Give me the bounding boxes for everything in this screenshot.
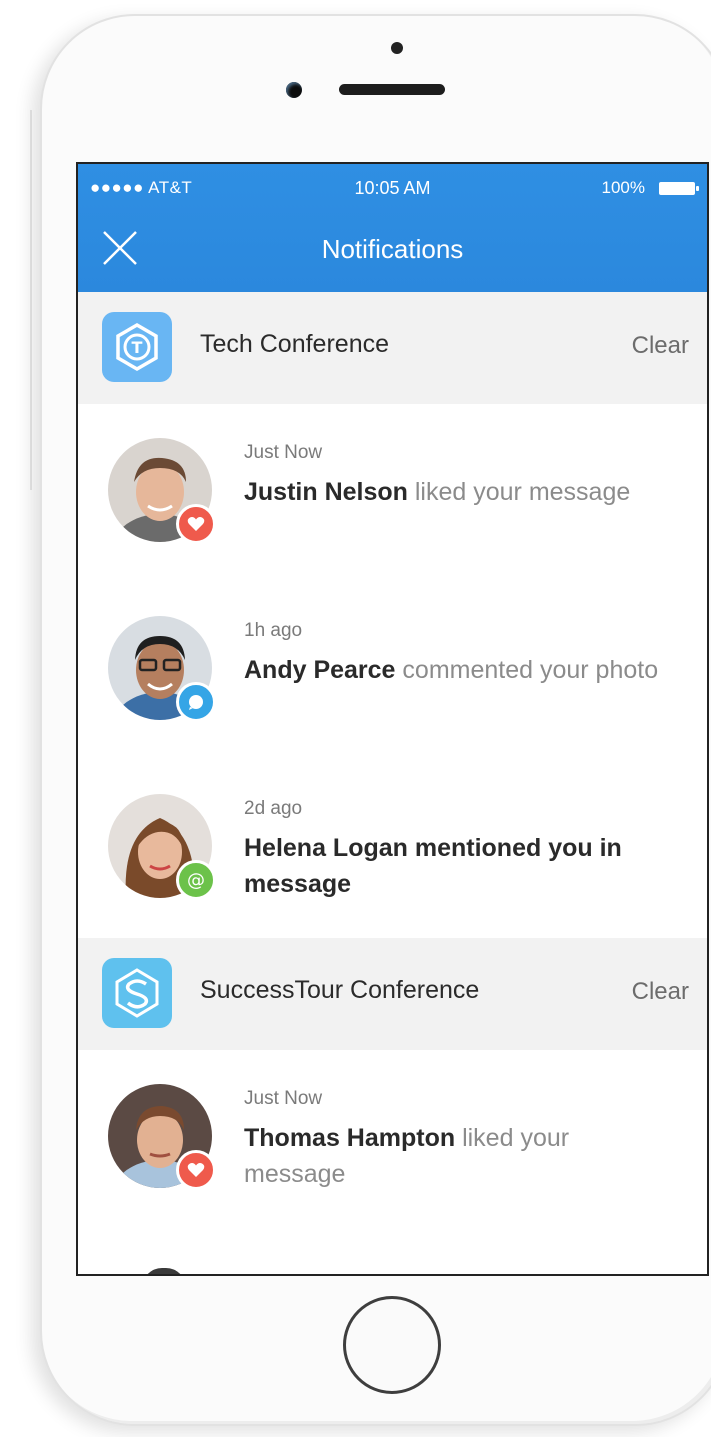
notification-user: Justin Nelson: [244, 478, 408, 506]
notification-text: Helena Logan mentioned you in message: [244, 834, 622, 898]
notification-text: Thomas Hampton liked your message: [244, 1120, 674, 1192]
proximity-sensor: [391, 42, 403, 54]
partial-avatar: [142, 1268, 186, 1274]
front-camera: [286, 82, 302, 98]
phone-screen: ●●●●● AT&T 10:05 AM 100% Notifications T…: [76, 162, 709, 1276]
top-bar: ●●●●● AT&T 10:05 AM 100% Notifications: [78, 164, 707, 292]
group-header-tech-conference: T Tech Conference Clear: [78, 292, 707, 404]
comment-icon: [176, 682, 216, 722]
at-icon: @: [176, 860, 216, 900]
heart-icon: [176, 1150, 216, 1190]
group-name: Tech Conference: [200, 330, 390, 358]
successtour-logo-icon: [102, 958, 172, 1028]
earpiece-speaker: [339, 84, 445, 95]
notification-action: commented your photo: [402, 656, 659, 684]
notification-item[interactable]: Just Now Thomas Hampton liked your messa…: [78, 1050, 707, 1228]
notification-time: 2d ago: [244, 798, 303, 819]
svg-text:T: T: [132, 338, 143, 357]
notification-user: Andy Pearce: [244, 656, 396, 684]
group-header-successtour-conference: SuccessTour Conference Clear: [78, 938, 707, 1050]
heart-icon: [176, 504, 216, 544]
page-title: Notifications: [321, 234, 464, 264]
battery-icon: [659, 182, 699, 195]
clear-button[interactable]: Clear: [632, 978, 689, 1006]
notification-item[interactable]: 1h ago Andy Pearce commented your photo: [78, 582, 707, 760]
notification-text: Justin Nelson liked your message: [244, 474, 674, 510]
hexagon-logo-icon: T: [102, 312, 172, 382]
notification-text: Andy Pearce commented your photo: [244, 652, 674, 688]
notification-action: liked your message: [414, 478, 631, 506]
clear-button[interactable]: Clear: [632, 332, 689, 360]
notification-time: Just Now: [244, 1088, 323, 1109]
notification-item[interactable]: Just Now Justin Nelson liked your messag…: [78, 404, 707, 582]
notification-item[interactable]: @ 2d ago Helena Logan mentioned you in m…: [78, 760, 707, 938]
status-battery-percent: 100%: [601, 178, 645, 197]
notification-time: 1h ago: [244, 620, 303, 641]
group-name: SuccessTour Conference: [200, 976, 480, 1004]
home-button[interactable]: [343, 1296, 441, 1394]
notification-user: Thomas Hampton: [244, 1124, 456, 1152]
notification-time: Just Now: [244, 442, 323, 463]
